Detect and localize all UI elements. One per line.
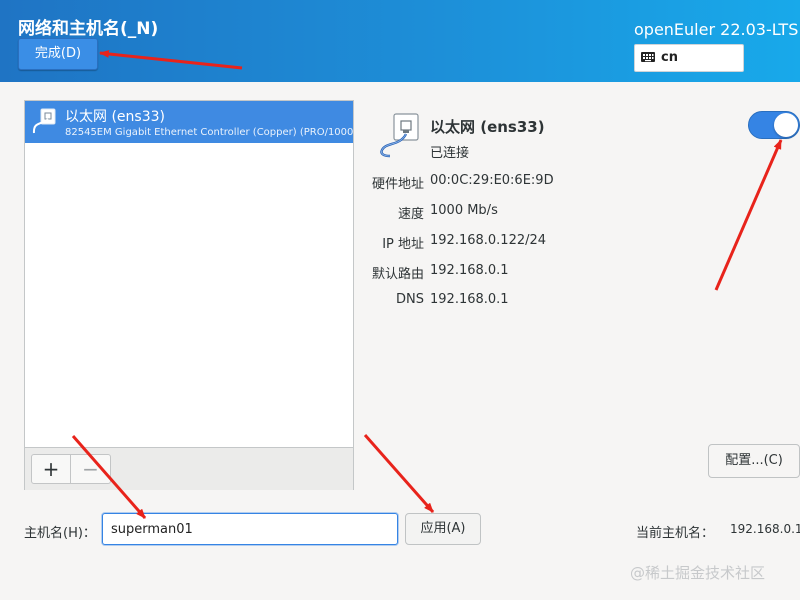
ip-address-label: IP 地址 <box>382 237 424 252</box>
device-list-toolbar: + − <box>25 447 353 490</box>
dns-value: 192.168.0.1 <box>430 292 509 307</box>
default-route-label: 默认路由 <box>371 267 424 282</box>
device-name: 以太网 (ens33) <box>65 109 165 125</box>
keyboard-icon <box>641 52 655 62</box>
arrow-to-apply-button <box>363 434 435 513</box>
watermark: @稀土掘金技术社区 <box>630 564 766 582</box>
header-bar: 网络和主机名(_N) 完成(D) openEuler 22.03-LTS 安 c… <box>0 0 800 82</box>
arrow-to-toggle <box>714 139 783 291</box>
page-title: 网络和主机名(_N) <box>18 19 159 39</box>
device-description: 82545EM Gigabit Ethernet Controller (Cop… <box>65 127 353 138</box>
current-hostname-value: 192.168.0.122 <box>730 522 800 536</box>
toggle-knob <box>774 113 798 137</box>
keyboard-layout-indicator[interactable]: cn <box>634 44 744 72</box>
hostname-input[interactable] <box>102 513 398 545</box>
connection-status: 已连接 <box>430 146 470 161</box>
hardware-address-value: 00:0C:29:E0:6E:9D <box>430 173 554 188</box>
dns-label: DNS <box>396 292 424 307</box>
hostname-label: 主机名(H)： <box>24 526 96 541</box>
default-route-value: 192.168.0.1 <box>430 263 509 278</box>
ip-address-value: 192.168.0.122/24 <box>430 233 547 248</box>
ethernet-icon <box>32 108 56 134</box>
detail-device-name: 以太网 (ens33) <box>430 118 545 136</box>
remove-device-button[interactable]: − <box>71 454 111 484</box>
product-title: openEuler 22.03-LTS 安 <box>634 20 800 39</box>
done-button[interactable]: 完成(D) <box>18 38 98 70</box>
connection-toggle[interactable] <box>748 111 800 139</box>
hardware-address-label: 硬件地址 <box>371 177 424 192</box>
speed-value: 1000 Mb/s <box>430 203 498 218</box>
add-device-button[interactable]: + <box>31 454 71 484</box>
device-item-ens33[interactable]: 以太网 (ens33) 82545EM Gigabit Ethernet Con… <box>25 101 353 143</box>
current-hostname-label: 当前主机名： <box>636 526 715 541</box>
configure-button[interactable]: 配置...(C) <box>708 444 800 478</box>
keyboard-layout-label: cn <box>661 50 678 65</box>
ethernet-large-icon <box>380 113 419 158</box>
apply-hostname-button[interactable]: 应用(A) <box>405 513 481 545</box>
speed-label: 速度 <box>397 207 424 222</box>
network-device-list: 以太网 (ens33) 82545EM Gigabit Ethernet Con… <box>24 100 354 490</box>
